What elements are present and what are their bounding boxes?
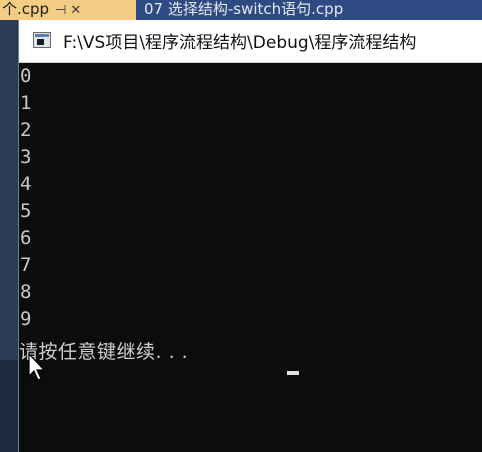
ide-tab-strip: 个.cpp ⊣ ✕ 07 选择结构-switch语句.cpp <box>0 0 482 20</box>
output-line: 7 <box>20 254 32 276</box>
console-app-icon[interactable] <box>33 32 51 48</box>
tab-active-label: 个.cpp <box>2 0 50 18</box>
output-line: 0 <box>20 65 32 87</box>
output-line: 3 <box>20 146 32 168</box>
screenshot-root: 个.cpp ⊣ ✕ 07 选择结构-switch语句.cpp F:\VS项目\程序流… <box>0 0 482 452</box>
output-line: 6 <box>20 227 32 249</box>
console-output-area[interactable]: 0 1 2 3 4 5 6 7 8 9 请按任意键继续. . . <box>19 63 482 452</box>
console-titlebar[interactable]: F:\VS项目\程序流程结构\Debug\程序流程结构 <box>19 20 482 63</box>
output-line: 2 <box>20 119 32 141</box>
output-line: 5 <box>20 200 32 222</box>
output-line: 8 <box>20 281 32 303</box>
pin-icon[interactable]: ⊣ <box>55 3 66 18</box>
output-line: 1 <box>20 92 32 114</box>
mouse-pointer-icon <box>28 353 46 381</box>
close-icon[interactable]: ✕ <box>70 3 81 18</box>
tab-active-file[interactable]: 个.cpp ⊣ ✕ <box>0 0 136 20</box>
window-title: F:\VS项目\程序流程结构\Debug\程序流程结构 <box>63 33 417 53</box>
tab-switch-label: 07 选择结构-switch语句.cpp <box>144 0 344 18</box>
output-line: 9 <box>20 308 32 330</box>
console-window[interactable]: F:\VS项目\程序流程结构\Debug\程序流程结构 0 1 2 3 4 5 … <box>18 20 482 452</box>
output-line: 4 <box>20 173 32 195</box>
text-caret <box>287 371 299 375</box>
tab-switch-file[interactable]: 07 选择结构-switch语句.cpp <box>138 0 482 20</box>
